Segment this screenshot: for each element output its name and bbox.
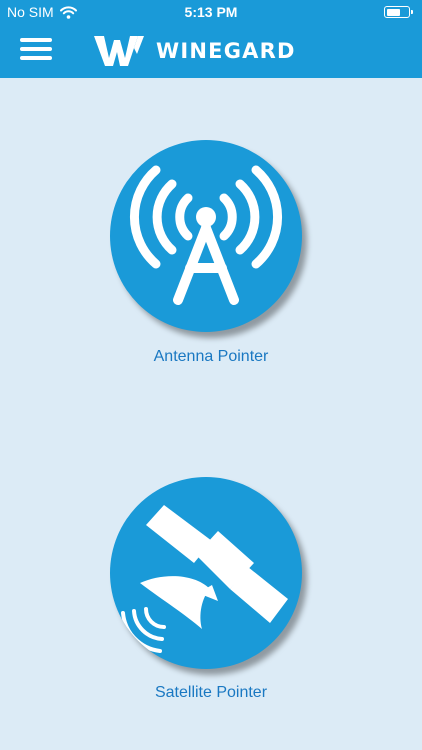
battery-icon [384,6,413,18]
winegard-logo: WINEGARD [92,34,296,68]
antenna-tower-icon [130,165,282,305]
hamburger-icon [20,38,52,42]
antenna-pointer-label[interactable]: Antenna Pointer [0,348,422,366]
menu-button[interactable] [20,38,52,60]
satellite-icon [121,505,288,653]
satellite-pointer-button[interactable] [110,477,302,669]
hamburger-line [20,47,52,51]
battery-fill [386,8,400,16]
satellite-pointer-label[interactable]: Satellite Pointer [0,684,422,702]
app-header: No SIM 5:13 PM WINEGARD [0,0,422,78]
brand-name: WINEGARD [156,39,296,63]
status-time: 5:13 PM [184,4,238,20]
status-bar: No SIM 5:13 PM [0,0,422,24]
winegard-w-icon [94,36,144,66]
antenna-pointer-button[interactable] [110,140,302,332]
hamburger-line [20,56,52,60]
